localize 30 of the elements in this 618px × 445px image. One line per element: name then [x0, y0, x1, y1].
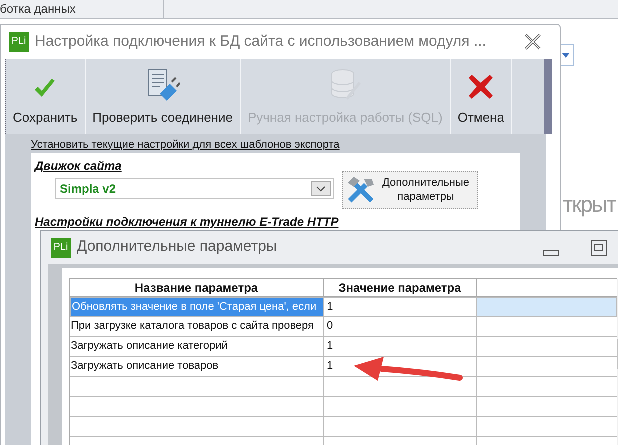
engine-label: Движок сайта — [35, 158, 123, 175]
maximize-icon[interactable] — [591, 240, 607, 256]
engine-select[interactable]: Simpla v2 — [55, 178, 334, 199]
table-row[interactable]: При загрузке каталога товаров с сайта проверя 0 — [70, 317, 617, 337]
table-cell: Загружать описание товаров — [70, 357, 324, 376]
app-logo: PLi — [51, 238, 71, 258]
partial-heading: ткрыт — [563, 194, 616, 216]
document-plug-icon — [146, 68, 180, 102]
table-cell: Загружать описание категорий — [70, 337, 324, 356]
close-icon[interactable] — [524, 33, 542, 52]
table-cell: Обновлять значение в поле 'Старая цена', если — [71, 298, 324, 316]
apply-link[interactable]: Установить текущие настройки для всех шаблонов экспорта — [31, 136, 520, 153]
dialog-title: Дополнительные параметры — [77, 237, 278, 258]
tab-label[interactable]: ботка данных — [0, 0, 164, 18]
column-header[interactable]: Значение параметра — [324, 279, 477, 296]
table-row[interactable]: Загружать описание категорий 1 — [70, 337, 617, 357]
window-title: Настройка подключения к БД сайта с использованием модуля ... — [35, 32, 486, 52]
table-cell: 0 — [324, 317, 477, 336]
toolbar-button[interactable]: Отмена — [450, 59, 512, 134]
tools-icon — [346, 175, 376, 205]
app-logo: PLi — [9, 32, 29, 52]
table-cell: При загрузке каталога товаров с сайта проверя — [70, 317, 324, 336]
table-row[interactable]: Обновлять значение в поле 'Старая цена', если 1 — [70, 297, 617, 317]
tunnel-label: Настройки подключения к туннелю E-Trade HTTP — [35, 214, 340, 231]
chevron-down-icon — [316, 186, 326, 192]
extra-params-button[interactable]: Дополнительные параметры — [342, 171, 478, 209]
table-cell: 1 — [324, 337, 477, 356]
column-header[interactable]: Название параметра — [70, 279, 324, 296]
minimize-icon[interactable] — [543, 250, 559, 256]
toolbar-button[interactable]: Проверить соединение — [86, 59, 241, 134]
